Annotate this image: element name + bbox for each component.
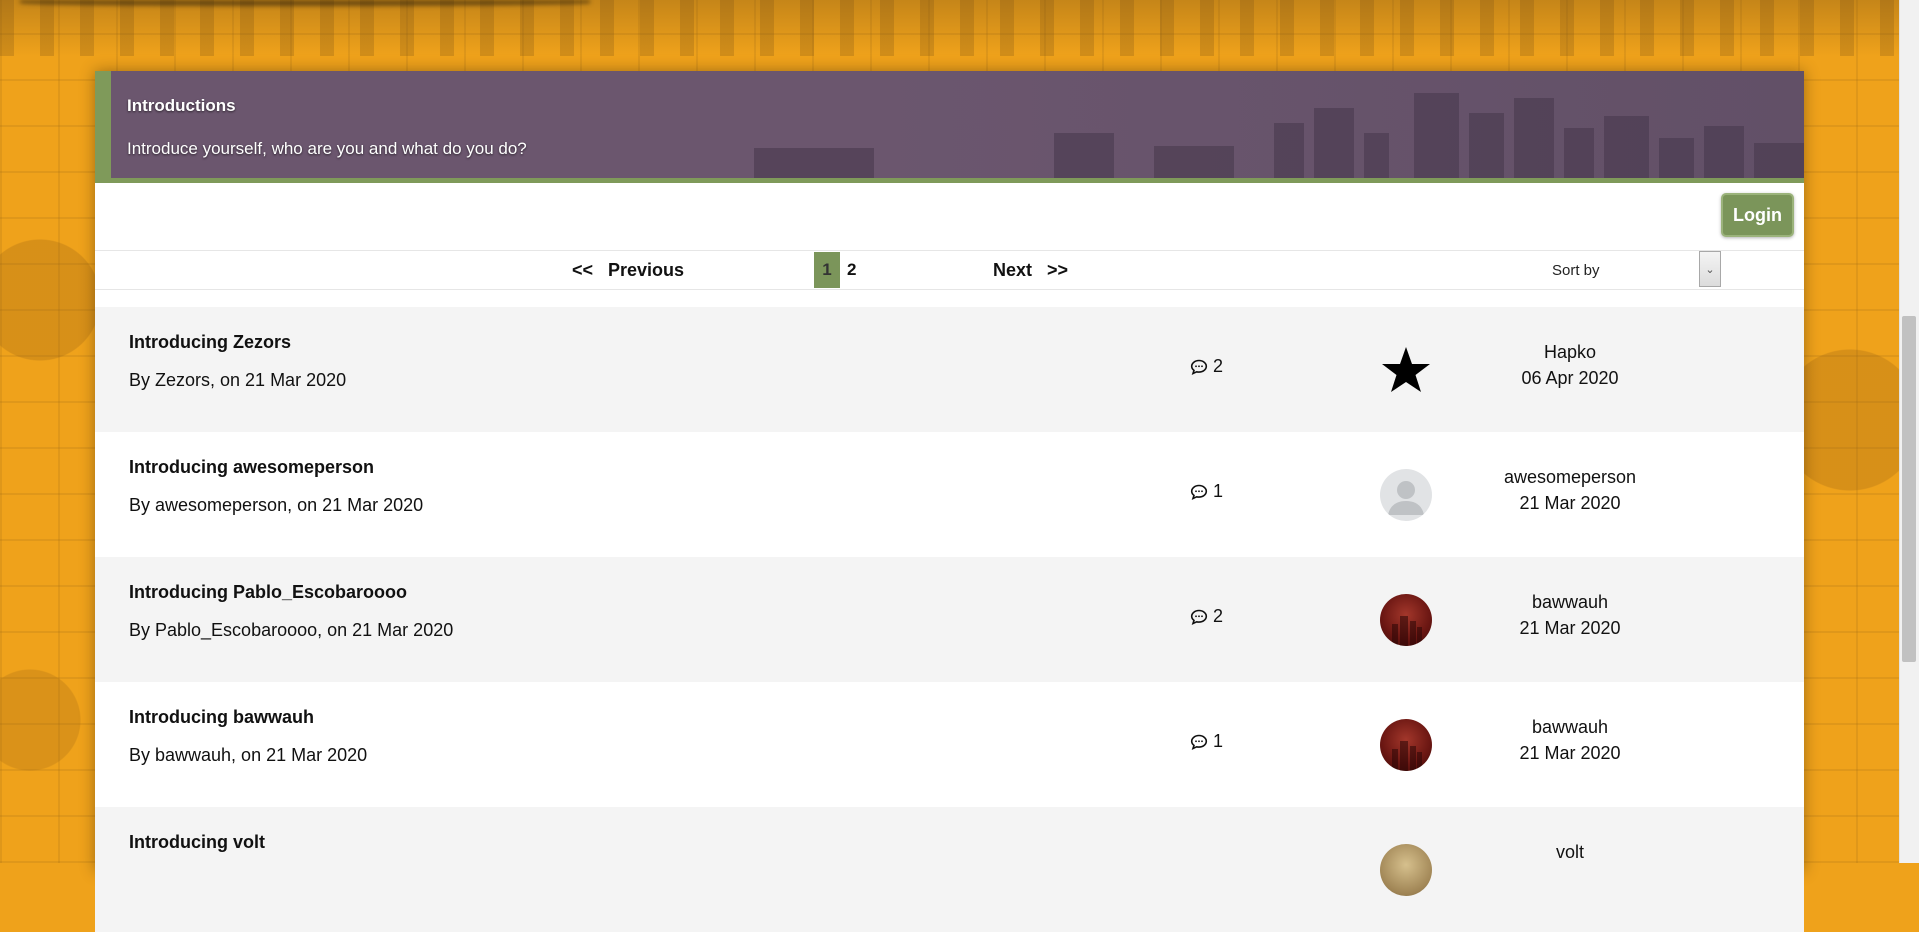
topic-title[interactable]: Introducing bawwauh	[129, 707, 314, 728]
reply-count: 1	[1190, 731, 1223, 752]
city-avatar[interactable]	[1380, 719, 1432, 771]
last-poster[interactable]: bawwauh	[1470, 592, 1670, 613]
topic-byline: By awesomeperson, on 21 Mar 2020	[129, 495, 424, 515]
page-2-link[interactable]: 2	[847, 260, 856, 280]
skyline-image	[754, 93, 1804, 178]
default-avatar[interactable]	[1380, 469, 1432, 521]
last-post-date: 21 Mar 2020	[1519, 618, 1621, 638]
page-1-button[interactable]: 1	[814, 252, 840, 288]
last-poster[interactable]: Hapko	[1470, 342, 1670, 363]
star-icon[interactable]	[1380, 344, 1432, 396]
topic-byline: By Zezors, on 21 Mar 2020	[129, 370, 347, 390]
topic-row[interactable]: Introducing awesomeperson By awesomepers…	[95, 432, 1804, 557]
topic-title[interactable]: Introducing awesomeperson	[129, 457, 374, 478]
page-scrollbar[interactable]	[1899, 0, 1919, 863]
forum-description: Introduce yourself, who are you and what…	[127, 139, 527, 158]
reply-count-value: 2	[1213, 356, 1224, 376]
reply-count: 2	[1190, 606, 1223, 627]
last-poster[interactable]: volt	[1470, 842, 1670, 863]
city-avatar[interactable]	[1380, 594, 1432, 646]
forum-panel: Introductions Introduce yourself, who ar…	[95, 71, 1804, 932]
reply-count-value: 2	[1213, 606, 1224, 626]
topic-byline: By bawwauh, on 21 Mar 2020	[129, 745, 368, 765]
last-poster[interactable]: bawwauh	[1470, 717, 1670, 738]
topic-title[interactable]: Introducing Zezors	[129, 332, 291, 353]
last-post-date: 21 Mar 2020	[1519, 493, 1621, 513]
topic-row[interactable]: Introducing volt volt	[95, 807, 1804, 932]
next-page-link[interactable]: Next >>	[993, 260, 1068, 281]
topic-byline: By Pablo_Escobaroooo, on 21 Mar 2020	[129, 620, 454, 640]
topic-row[interactable]: Introducing bawwauh By bawwauh, on 21 Ma…	[95, 682, 1804, 807]
last-post-date: 06 Apr 2020	[1521, 368, 1619, 388]
photo-avatar[interactable]	[1380, 844, 1432, 896]
reply-count-value: 1	[1213, 731, 1224, 751]
login-row: Login	[95, 183, 1804, 250]
sort-dropdown[interactable]: ⌄	[1699, 251, 1721, 287]
forum-banner: Introductions Introduce yourself, who ar…	[95, 71, 1804, 183]
comment-icon	[1190, 609, 1208, 625]
previous-page-link[interactable]: << Previous	[572, 260, 684, 281]
topic-row[interactable]: Introducing Pablo_Escobaroooo By Pablo_E…	[95, 557, 1804, 682]
header-strip	[0, 0, 1900, 56]
topic-title[interactable]: Introducing Pablo_Escobaroooo	[129, 582, 407, 603]
scrollbar-thumb[interactable]	[1902, 316, 1916, 662]
topic-row[interactable]: Introducing Zezors By Zezors, on 21 Mar …	[95, 307, 1804, 432]
login-button[interactable]: Login	[1721, 193, 1794, 237]
forum-title: Introductions	[127, 96, 236, 115]
reply-count-value: 1	[1213, 481, 1224, 501]
last-poster[interactable]: awesomeperson	[1470, 467, 1670, 488]
sort-by-label: Sort by	[1552, 262, 1600, 279]
comment-icon	[1190, 734, 1208, 750]
reply-count: 1	[1190, 481, 1223, 502]
last-post-date: 21 Mar 2020	[1519, 743, 1621, 763]
pagination-bar: << Previous 1 2 Next >> Sort by ⌄	[95, 250, 1804, 290]
header-shadow	[20, 0, 590, 6]
chevron-down-icon: ⌄	[1705, 263, 1715, 276]
comment-icon	[1190, 359, 1208, 375]
comment-icon	[1190, 484, 1208, 500]
topic-title[interactable]: Introducing volt	[129, 832, 265, 853]
reply-count: 2	[1190, 356, 1223, 377]
